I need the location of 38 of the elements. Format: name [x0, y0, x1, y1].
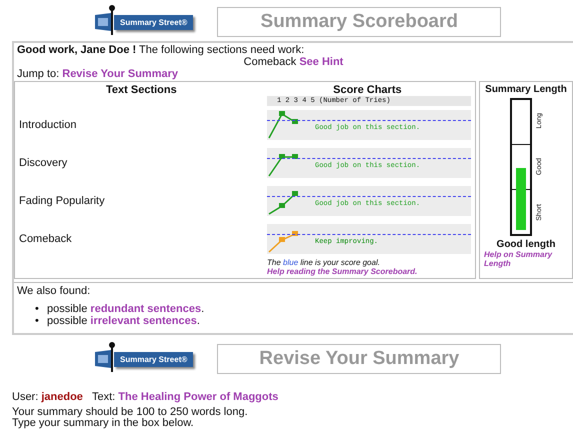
pole-icon: [109, 342, 115, 372]
section-name: Fading Popularity: [19, 195, 106, 207]
text-title-link[interactable]: The Healing Power of Maggots: [118, 391, 278, 403]
message: The following sections need work:: [139, 44, 304, 56]
logo-text: Summary Street®: [114, 352, 194, 366]
issue-link[interactable]: irrelevant sentences: [90, 315, 197, 327]
legend-text: The blue line is your score goal. Help reading the Summary Scoreboard.: [267, 258, 418, 276]
section-name: Comeback: [19, 233, 73, 245]
logo-text: Summary Street®: [114, 14, 194, 30]
revise-link[interactable]: Revise Your Summary: [62, 68, 178, 80]
username: janedoe: [41, 391, 83, 403]
column-header: Text Sections: [105, 84, 178, 96]
found-title: We also found:: [17, 285, 92, 297]
found-item: possible redundant sentences.: [47, 303, 204, 315]
user-label: User:: [12, 391, 38, 403]
section-name: Comeback: [244, 56, 296, 68]
section-name: Discovery: [19, 157, 68, 169]
instruction-text: Type your summary in the box below.: [12, 418, 195, 429]
bullet: •: [35, 315, 40, 327]
column-header: Score Charts: [332, 84, 403, 96]
flag-icon: [95, 348, 111, 370]
instruction-text: Your summary should be 100 to 250 words long.: [12, 407, 249, 418]
section-name: Introduction: [19, 119, 78, 131]
greeting: Good work, Jane Doe !: [17, 44, 136, 56]
text-label: Text:: [92, 391, 116, 403]
jump-label: Jump to:: [17, 68, 60, 80]
issue-link[interactable]: redundant sentences: [90, 303, 202, 315]
hint-link[interactable]: See Hint: [299, 56, 344, 68]
length-verdict: Good length: [496, 239, 556, 250]
page-title: Summary Scoreboard: [217, 7, 502, 37]
found-item: possible irrelevant sentences.: [47, 315, 200, 327]
flag-icon: [95, 11, 111, 33]
pole-icon: [109, 5, 115, 35]
section-title: Revise Your Summary: [217, 344, 502, 374]
bullet: •: [35, 303, 40, 315]
length-title: Summary Length: [484, 84, 568, 95]
help-link[interactable]: Help on Summary Length: [484, 250, 568, 268]
help-link[interactable]: Help reading the Summary Scoreboard.: [267, 267, 418, 276]
